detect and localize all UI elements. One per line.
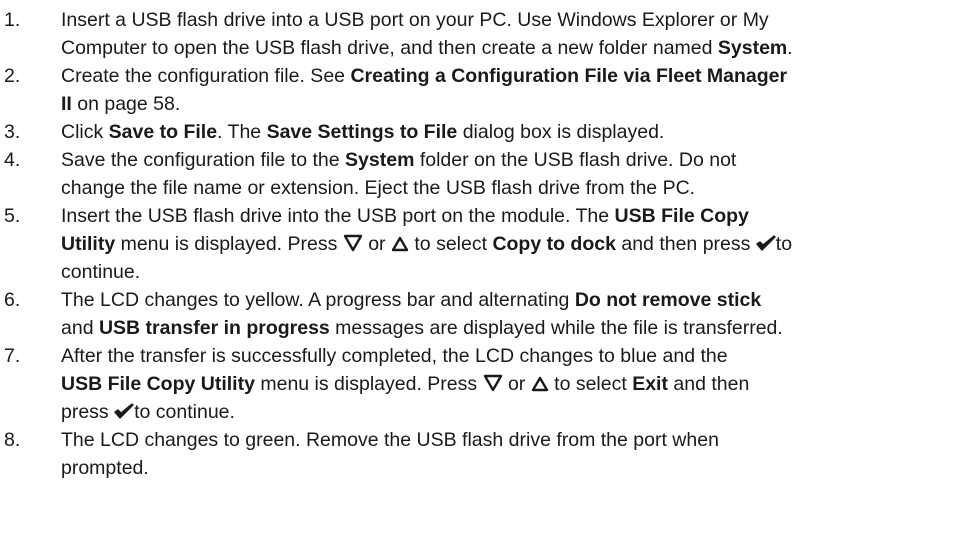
text-run: After the transfer is successfully compl… [61, 345, 728, 367]
text-run: continue. [61, 261, 141, 283]
step-number: 4. [4, 149, 21, 171]
step-text-line: II on page 58. [61, 90, 966, 118]
text-run: prompted. [61, 457, 149, 479]
bold-term: Save to File [108, 121, 218, 143]
text-run: Create the configuration file. See [61, 65, 351, 87]
text-run: . [787, 37, 793, 59]
text-run: menu is displayed. Press [254, 373, 483, 395]
step-text-line: and USB transfer in progress messages ar… [61, 314, 966, 342]
text-run: change the file name or extension. Eject… [61, 177, 696, 199]
step-text: Click Save to File. The Save Settings to… [61, 118, 966, 146]
text-run: . The [217, 121, 267, 143]
step-number: 3. [4, 121, 21, 143]
text-run: on page 58. [71, 93, 181, 115]
bold-term: Do not remove stick [574, 289, 762, 311]
text-run: messages are displayed while the file is… [329, 317, 783, 339]
bold-term: II [61, 93, 72, 115]
text-run: and [61, 317, 99, 339]
step-text-line: The LCD changes to yellow. A progress ba… [61, 286, 966, 314]
step-number: 8. [4, 429, 21, 451]
text-run: or [502, 373, 531, 395]
text-run: Insert the USB flash drive into the USB … [61, 205, 615, 227]
text-run: and then [667, 373, 750, 395]
down-triangle-icon [483, 374, 503, 392]
step-text-line: change the file name or extension. Eject… [61, 174, 966, 202]
text-run: to select [408, 233, 493, 255]
text-run: to continue. [134, 401, 235, 423]
bold-term: Creating a Configuration File via Fleet … [350, 65, 788, 87]
step-text-line: After the transfer is successfully compl… [61, 342, 966, 370]
bold-term: USB File Copy [614, 205, 749, 227]
bold-term: System [717, 37, 788, 59]
bold-term: USB transfer in progress [98, 317, 330, 339]
step-text-line: Insert the USB flash drive into the USB … [61, 202, 966, 230]
checkmark-icon [756, 235, 776, 252]
text-run: Insert a USB flash drive into a USB port… [61, 9, 769, 31]
bold-term: Copy to dock [492, 233, 616, 255]
step-number: 1. [4, 9, 21, 31]
bold-term: USB File Copy Utility [61, 373, 255, 395]
step-text-line: Create the configuration file. See Creat… [61, 62, 966, 90]
step-text: Save the configuration file to the Syste… [61, 146, 966, 202]
text-run: and then press [615, 233, 756, 255]
step-number: 2. [4, 65, 21, 87]
text-run: press [61, 401, 115, 423]
step-text: Insert the USB flash drive into the USB … [61, 202, 966, 286]
bold-term: System [345, 149, 415, 171]
step-text: The LCD changes to yellow. A progress ba… [61, 286, 966, 342]
bold-term: Exit [632, 373, 668, 395]
step-text: Insert a USB flash drive into a USB port… [61, 6, 966, 62]
checkmark-icon [114, 403, 134, 420]
step-number: 7. [4, 345, 21, 367]
step-number: 6. [4, 289, 21, 311]
step-text-line: continue. [61, 258, 966, 286]
step-text-line: press to continue. [61, 398, 966, 426]
text-run: dialog box is displayed. [457, 121, 665, 143]
text-run: Click [61, 121, 109, 143]
text-run: folder on the USB flash drive. Do not [414, 149, 737, 171]
text-run: to [775, 233, 793, 255]
step-text-line: Save the configuration file to the Syste… [61, 146, 966, 174]
step-number: 5. [4, 205, 21, 227]
text-run: menu is displayed. Press [115, 233, 343, 255]
step-text-line: Computer to open the USB flash drive, an… [61, 34, 966, 62]
text-run: Computer to open the USB flash drive, an… [61, 37, 718, 59]
up-triangle-icon [531, 376, 549, 392]
step-text-line: The LCD changes to green. Remove the USB… [61, 426, 966, 454]
step-text-line: prompted. [61, 454, 966, 482]
text-run: Save the configuration file to the [61, 149, 346, 171]
step-text: After the transfer is successfully compl… [61, 342, 966, 426]
step-text: Create the configuration file. See Creat… [61, 62, 966, 118]
instruction-steps: 1. Insert a USB flash drive into a USB po… [0, 0, 978, 539]
up-triangle-icon [391, 236, 409, 252]
bold-term: Save Settings to File [266, 121, 458, 143]
bold-term: Utility [61, 233, 116, 255]
step-text-line: Click Save to File. The Save Settings to… [61, 118, 966, 146]
text-run: or [362, 233, 391, 255]
text-run: to select [548, 373, 633, 395]
step-text-line: USB File Copy Utility menu is displayed.… [61, 370, 966, 398]
text-run: The LCD changes to green. Remove the USB… [61, 429, 719, 451]
step-text-line: Utility menu is displayed. Press or to s… [61, 230, 966, 258]
step-text: The LCD changes to green. Remove the USB… [61, 426, 966, 482]
step-text-line: Insert a USB flash drive into a USB port… [61, 6, 966, 34]
text-run: The LCD changes to yellow. A progress ba… [61, 289, 575, 311]
down-triangle-icon [343, 234, 363, 252]
